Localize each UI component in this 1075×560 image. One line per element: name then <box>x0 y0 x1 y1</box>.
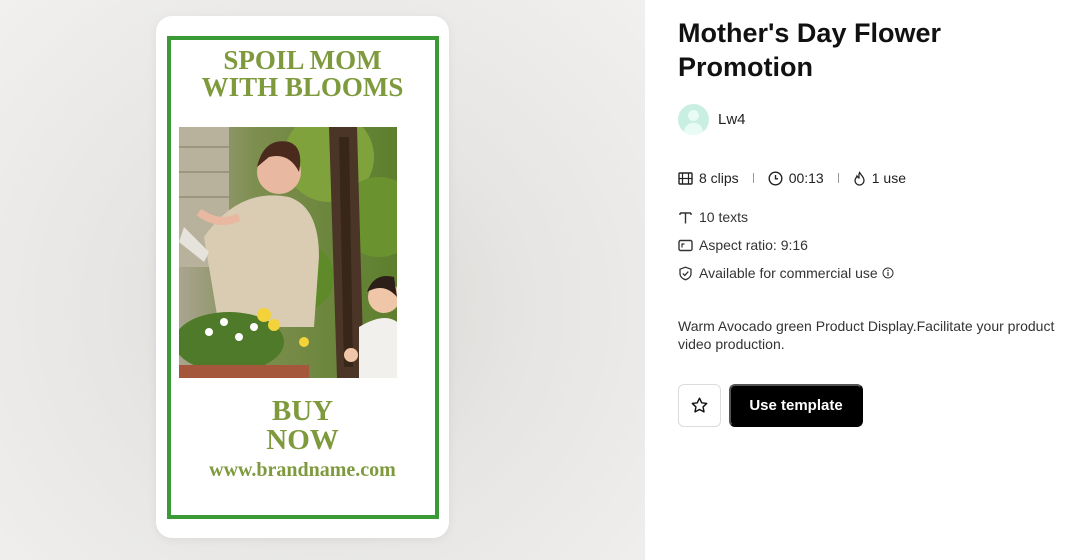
texts-row: 10 texts <box>678 209 748 225</box>
preview-headline-line2: WITH BLOOMS <box>201 72 404 102</box>
preview-photo <box>179 127 397 378</box>
uses-stat: 1 use <box>853 170 906 186</box>
shield-check-icon <box>679 266 692 280</box>
commercial-row: Available for commercial use <box>678 265 900 281</box>
flame-icon <box>854 170 865 186</box>
mother-child-garden-photo <box>179 127 397 378</box>
divider <box>752 173 754 183</box>
preview-headline-line1: SPOIL MOM <box>223 45 382 75</box>
author-name[interactable]: Lw4 <box>718 111 746 128</box>
use-template-button[interactable]: Use template <box>729 384 863 427</box>
preview-cta: BUY NOW <box>156 397 449 455</box>
favorite-button[interactable] <box>678 384 721 427</box>
uses-count: 1 use <box>871 170 906 186</box>
preview-cta-line1: BUY <box>271 395 334 427</box>
texts-count: 10 texts <box>699 209 749 225</box>
clock-icon <box>768 170 783 186</box>
aspect-ratio-icon <box>678 239 693 251</box>
clips-count: 8 clips <box>699 170 739 186</box>
info-icon[interactable] <box>882 267 894 279</box>
duration-stat: 00:13 <box>768 170 824 186</box>
avatar[interactable] <box>678 104 709 135</box>
aspect-ratio: Aspect ratio: 9:16 <box>699 237 808 253</box>
clips-stat: 8 clips <box>678 170 739 186</box>
author[interactable]: Lw4 <box>678 104 746 135</box>
text-icon <box>679 211 692 223</box>
commercial-use: Available for commercial use <box>699 265 878 281</box>
preview-url: www.brandname.com <box>209 459 396 481</box>
film-icon <box>678 171 693 185</box>
divider <box>837 173 839 183</box>
aspect-row: Aspect ratio: 9:16 <box>678 237 808 253</box>
star-icon <box>691 397 708 413</box>
duration-value: 00:13 <box>788 170 824 186</box>
preview-cta-line2: NOW <box>266 424 339 456</box>
template-stats: 8 clips 00:13 1 use <box>678 170 906 186</box>
template-description: Warm Avocado green Product Display.Facil… <box>678 318 1055 352</box>
template-details-panel: Mother's Day Flower Promotion Lw4 8 clip… <box>678 0 1075 560</box>
template-title: Mother's Day Flower Promotion <box>678 18 941 82</box>
template-preview-area: SPOIL MOM WITH BLOOMS BUY NOW www.brandn… <box>0 0 645 560</box>
preview-headline: SPOIL MOM WITH BLOOMS <box>156 47 449 101</box>
template-preview-card[interactable]: SPOIL MOM WITH BLOOMS BUY NOW www.brandn… <box>156 16 449 538</box>
